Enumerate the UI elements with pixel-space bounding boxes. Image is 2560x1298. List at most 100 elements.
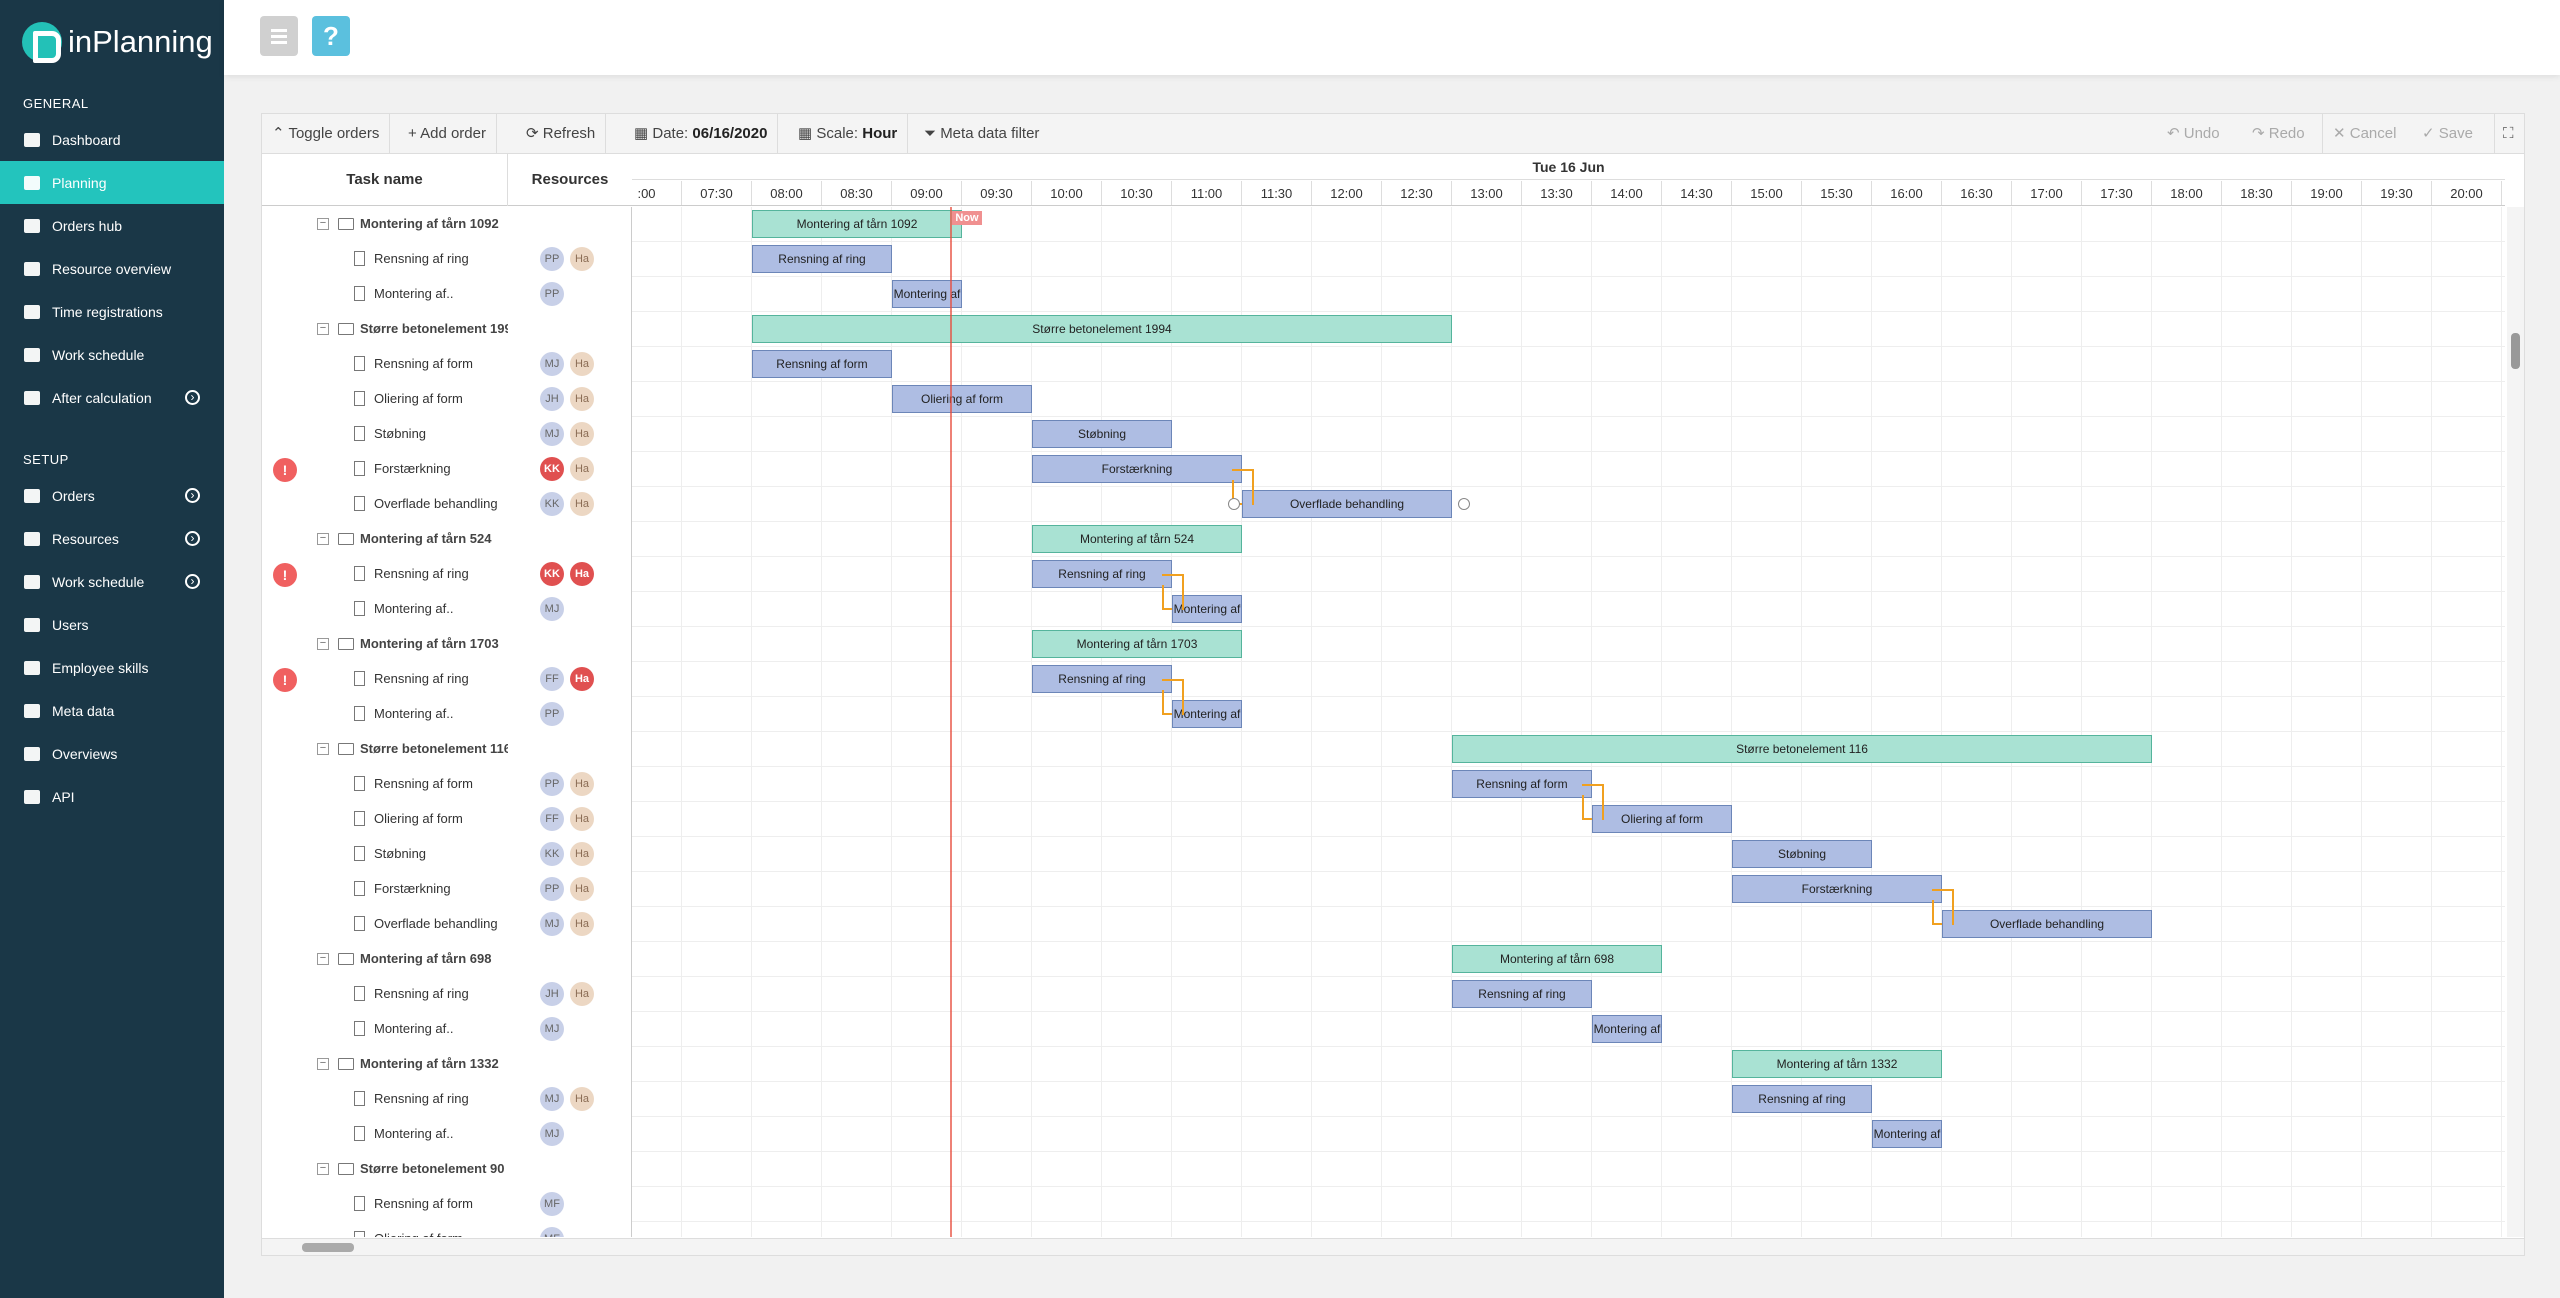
horizontal-scroll-thumb[interactable] — [302, 1243, 354, 1252]
expand-icon[interactable]: › — [185, 574, 200, 589]
sidebar-item-work-schedule[interactable]: Work schedule › — [0, 560, 224, 603]
task-row[interactable]: ! Forstærkning KK Ha — [262, 452, 631, 487]
order-bar[interactable]: Montering af tårn 1332 — [1732, 1050, 1942, 1078]
resource-avatar[interactable]: KK — [540, 562, 564, 586]
task-bar[interactable]: Forstærkning — [1032, 455, 1242, 483]
order-row[interactable]: − Større betonelement 116 — [262, 732, 631, 767]
sidebar-item-resource-overview[interactable]: Resource overview — [0, 247, 224, 290]
task-bar[interactable]: Rensning af ring — [1032, 560, 1172, 588]
column-task-name[interactable]: Task name — [262, 154, 508, 206]
vertical-scrollbar[interactable] — [2507, 207, 2524, 1237]
task-bar[interactable]: Støbning — [1032, 420, 1172, 448]
task-row[interactable]: Overflade behandling KK Ha — [262, 487, 631, 522]
resource-avatar[interactable]: Ha — [570, 562, 594, 586]
task-bar[interactable]: Montering af — [1872, 1120, 1942, 1148]
task-row[interactable]: Montering af.. MJ — [262, 592, 631, 627]
resource-avatar[interactable]: MF — [540, 1227, 564, 1237]
column-resources[interactable]: Resources — [508, 154, 632, 206]
resource-avatar[interactable]: PP — [540, 877, 564, 901]
task-bar[interactable]: Rensning af ring — [1452, 980, 1592, 1008]
task-bar[interactable]: Forstærkning — [1732, 875, 1942, 903]
task-bar[interactable]: Rensning af form — [752, 350, 892, 378]
order-row[interactable]: − Montering af tårn 524 — [262, 522, 631, 557]
resource-avatar[interactable]: MJ — [540, 1122, 564, 1146]
task-row[interactable]: Oliering af form MF — [262, 1222, 631, 1237]
task-row[interactable]: Rensning af form MF — [262, 1187, 631, 1222]
task-row[interactable]: Oliering af form FF Ha — [262, 802, 631, 837]
task-row[interactable]: ! Rensning af ring KK Ha — [262, 557, 631, 592]
add-order-button[interactable]: + Add order — [398, 114, 497, 154]
resource-avatar[interactable]: Ha — [570, 772, 594, 796]
resource-avatar[interactable]: FF — [540, 807, 564, 831]
undo-button[interactable]: ↶ Undo — [2157, 114, 2230, 154]
task-row[interactable]: Overflade behandling MJ Ha — [262, 907, 631, 942]
order-bar[interactable]: Større betonelement 116 — [1452, 735, 2152, 763]
resource-avatar[interactable]: Ha — [570, 387, 594, 411]
collapse-toggle-icon[interactable]: − — [317, 323, 329, 335]
fullscreen-icon[interactable]: ⛶ — [2494, 114, 2522, 154]
task-bar[interactable]: Rensning af form — [1452, 770, 1592, 798]
expand-icon[interactable]: › — [185, 531, 200, 546]
task-row[interactable]: Oliering af form JH Ha — [262, 382, 631, 417]
resource-avatar[interactable]: KK — [540, 457, 564, 481]
toggle-orders-button[interactable]: ⌃ Toggle orders — [262, 114, 391, 154]
sidebar-item-users[interactable]: Users — [0, 603, 224, 646]
resource-avatar[interactable]: FF — [540, 667, 564, 691]
resource-avatar[interactable]: MJ — [540, 352, 564, 376]
link-handle-end[interactable] — [1458, 498, 1470, 510]
task-bar[interactable]: Overflade behandling — [1942, 910, 2152, 938]
sidebar-item-planning[interactable]: Planning — [0, 161, 224, 204]
scale-selector[interactable]: ▦ Scale: Hour — [788, 114, 909, 154]
resource-avatar[interactable]: Ha — [570, 247, 594, 271]
task-row[interactable]: Rensning af ring MJ Ha — [262, 1082, 631, 1117]
redo-button[interactable]: ↷ Redo — [2242, 114, 2315, 154]
order-row[interactable]: − Montering af tårn 1332 — [262, 1047, 631, 1082]
order-bar[interactable]: Montering af tårn 1703 — [1032, 630, 1242, 658]
sidebar-item-time-registrations[interactable]: Time registrations — [0, 290, 224, 333]
order-row[interactable]: − Montering af tårn 1092 — [262, 207, 631, 242]
resource-avatar[interactable]: JH — [540, 982, 564, 1006]
order-bar[interactable]: Montering af tårn 698 — [1452, 945, 1662, 973]
order-bar[interactable]: Montering af tårn 1092 — [752, 210, 962, 238]
resource-avatar[interactable]: KK — [540, 842, 564, 866]
resource-avatar[interactable]: Ha — [570, 1087, 594, 1111]
resource-avatar[interactable]: PP — [540, 702, 564, 726]
collapse-toggle-icon[interactable]: − — [317, 953, 329, 965]
task-bar[interactable]: Støbning — [1732, 840, 1872, 868]
meta-data-filter-button[interactable]: ⏷ Meta data filter — [914, 114, 1049, 154]
collapse-toggle-icon[interactable]: − — [317, 533, 329, 545]
task-row[interactable]: Rensning af form MJ Ha — [262, 347, 631, 382]
resource-avatar[interactable]: MF — [540, 1192, 564, 1216]
resource-avatar[interactable]: Ha — [570, 807, 594, 831]
task-row[interactable]: Rensning af ring JH Ha — [262, 977, 631, 1012]
task-row[interactable]: Støbning KK Ha — [262, 837, 631, 872]
resource-avatar[interactable]: PP — [540, 247, 564, 271]
resource-avatar[interactable]: Ha — [570, 352, 594, 376]
help-button[interactable]: ? — [312, 16, 350, 56]
task-row[interactable]: Montering af.. PP — [262, 697, 631, 732]
collapse-toggle-icon[interactable]: − — [317, 743, 329, 755]
task-row[interactable]: Montering af.. MJ — [262, 1012, 631, 1047]
sidebar-item-dashboard[interactable]: Dashboard — [0, 118, 224, 161]
date-picker[interactable]: ▦ Date: 06/16/2020 — [624, 114, 779, 154]
task-row[interactable]: Forstærkning PP Ha — [262, 872, 631, 907]
menu-toggle-button[interactable] — [260, 16, 298, 56]
task-row[interactable]: Montering af.. MJ — [262, 1117, 631, 1152]
sidebar-item-employee-skills[interactable]: Employee skills — [0, 646, 224, 689]
task-bar[interactable]: Montering af — [1592, 1015, 1662, 1043]
task-bar[interactable]: Rensning af ring — [1732, 1085, 1872, 1113]
collapse-toggle-icon[interactable]: − — [317, 1058, 329, 1070]
task-bar[interactable]: Rensning af ring — [752, 245, 892, 273]
task-bar[interactable]: Rensning af ring — [1032, 665, 1172, 693]
collapse-toggle-icon[interactable]: − — [317, 1163, 329, 1175]
horizontal-scrollbar[interactable] — [262, 1238, 2524, 1255]
resource-avatar[interactable]: Ha — [570, 982, 594, 1006]
collapse-toggle-icon[interactable]: − — [317, 218, 329, 230]
resource-avatar[interactable]: JH — [540, 387, 564, 411]
resource-avatar[interactable]: MJ — [540, 597, 564, 621]
resource-avatar[interactable]: MJ — [540, 1087, 564, 1111]
order-bar[interactable]: Større betonelement 1994 — [752, 315, 1452, 343]
sidebar-item-overviews[interactable]: Overviews — [0, 732, 224, 775]
resource-avatar[interactable]: Ha — [570, 667, 594, 691]
expand-icon[interactable]: › — [185, 488, 200, 503]
